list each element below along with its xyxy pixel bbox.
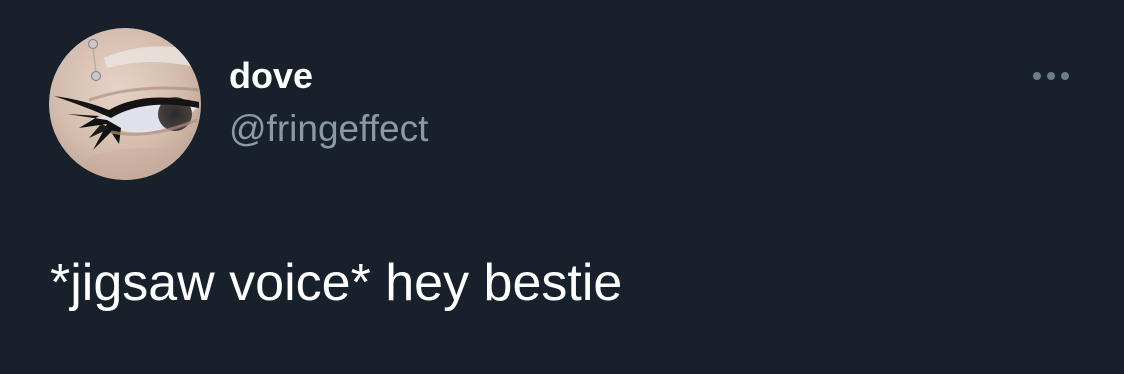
tweet-card: dove @fringeffect *jigsaw voice* hey bes… <box>0 0 1124 374</box>
display-name[interactable]: dove <box>229 54 313 98</box>
avatar[interactable] <box>49 28 201 180</box>
more-options-icon[interactable] <box>1024 58 1078 94</box>
tweet-text: *jigsaw voice* hey bestie <box>50 254 623 312</box>
avatar-eye-photo-icon <box>49 28 201 180</box>
more-dot <box>1061 72 1069 80</box>
more-dot <box>1047 72 1055 80</box>
user-handle[interactable]: @fringeffect <box>229 106 428 152</box>
more-dot <box>1033 72 1041 80</box>
